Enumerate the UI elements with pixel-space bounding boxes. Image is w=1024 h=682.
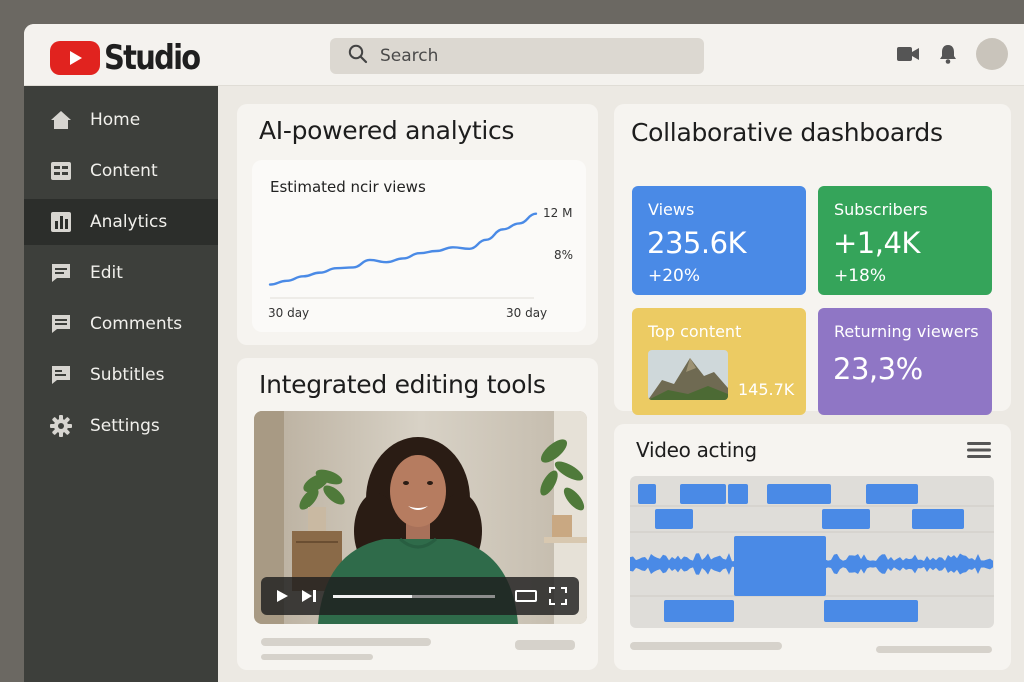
placeholder-bar <box>261 654 373 660</box>
collab-dashboards-card: Collaborative dashboards Views 235.6K +2… <box>614 104 1011 415</box>
editing-card-title: Integrated editing tools <box>259 370 546 399</box>
sidebar-item-subtitles[interactable]: Subtitles <box>24 352 218 398</box>
tile-label: Views <box>648 200 695 219</box>
search-input[interactable] <box>380 46 680 66</box>
sidebar-item-label: Comments <box>90 314 183 334</box>
timeline-card-title: Video acting <box>636 438 757 462</box>
sidebar-item-label: Settings <box>90 416 160 436</box>
clip <box>655 509 693 529</box>
tile-delta: +18% <box>834 266 887 286</box>
clip <box>866 484 918 504</box>
bell-icon[interactable] <box>938 43 958 65</box>
subtitles-icon <box>50 364 72 386</box>
sidebar-item-home[interactable]: Home <box>24 97 218 143</box>
tile-value: 23,3% <box>833 352 923 386</box>
y-tick-label: 12 M <box>543 206 573 220</box>
clip <box>728 484 748 504</box>
clip <box>824 600 918 622</box>
comment-icon <box>50 313 72 335</box>
tile-value: 235.6K <box>647 226 747 260</box>
clip <box>638 484 656 504</box>
gear-icon <box>50 415 72 437</box>
logo-text: Studio <box>104 38 201 78</box>
views-chart[interactable]: Estimated ncir views 12 M 8% 30 day 30 d… <box>252 160 586 332</box>
analytics-card-title: AI-powered analytics <box>259 116 515 145</box>
clip <box>767 484 831 504</box>
search-icon <box>348 44 368 68</box>
timeline-clips <box>638 484 964 622</box>
tile-label: Returning viewers <box>834 322 979 341</box>
top-content-thumbnail <box>648 350 728 400</box>
skip-next-icon[interactable] <box>301 589 317 603</box>
returning-viewers-tile[interactable]: Returning viewers 23,3% <box>818 308 992 415</box>
sidebar-item-label: Subtitles <box>90 365 165 385</box>
edit-icon <box>50 262 72 284</box>
sidebar-item-settings[interactable]: Settings <box>24 403 218 449</box>
studio-logo[interactable]: Studio <box>50 38 216 78</box>
placeholder-bar <box>630 642 782 650</box>
top-bar: Studio <box>24 24 1024 86</box>
video-preview[interactable] <box>254 411 587 624</box>
clip <box>680 484 726 504</box>
timeline-card: Video acting <box>614 424 1011 670</box>
sidebar-item-label: Home <box>90 110 141 130</box>
x-tick-label: 30 day <box>268 306 310 320</box>
bar-chart-icon <box>50 211 72 233</box>
video-camera-icon[interactable] <box>896 45 920 63</box>
app-window: Studio Home <box>24 24 1024 682</box>
clip <box>912 509 964 529</box>
avatar[interactable] <box>976 38 1008 70</box>
sidebar-item-label: Edit <box>90 263 123 283</box>
sidebar-item-edit[interactable]: Edit <box>24 250 218 296</box>
play-icon[interactable] <box>275 589 289 603</box>
views-tile[interactable]: Views 235.6K +20% <box>632 186 806 295</box>
theater-mode-icon[interactable] <box>515 590 537 602</box>
collab-card-title: Collaborative dashboards <box>631 118 943 147</box>
fullscreen-icon[interactable] <box>549 587 567 605</box>
placeholder-bar <box>876 646 992 653</box>
x-tick-label: 30 day <box>506 306 548 320</box>
menu-icon[interactable] <box>967 442 991 462</box>
search-box[interactable] <box>330 38 704 74</box>
sidebar: Home Content Analytics Edit Comments Sub… <box>24 86 218 682</box>
scrubber-progress <box>333 594 413 598</box>
tile-value: 145.7K <box>738 380 795 399</box>
subscribers-tile[interactable]: Subscribers +1,4K +18% <box>818 186 992 295</box>
clip <box>822 509 870 529</box>
tile-delta: +20% <box>648 266 701 286</box>
series-line <box>268 212 538 286</box>
editing-timeline[interactable] <box>630 476 994 628</box>
y-tick-label: 8% <box>554 248 574 262</box>
video-controls <box>261 577 579 615</box>
content-grid-icon <box>50 160 72 182</box>
placeholder-bar <box>515 640 575 650</box>
timeline-tracks <box>630 484 994 622</box>
sidebar-item-label: Content <box>90 161 158 181</box>
sidebar-item-comments[interactable]: Comments <box>24 301 218 347</box>
analytics-card: AI-powered analytics Estimated ncir view… <box>237 104 598 345</box>
tile-value: +1,4K <box>833 226 920 260</box>
home-icon <box>50 109 72 131</box>
sidebar-item-content[interactable]: Content <box>24 148 218 194</box>
video-scrubber[interactable] <box>333 594 495 598</box>
top-content-tile[interactable]: Top content 145.7K <box>632 308 806 415</box>
sidebar-item-label: Analytics <box>90 212 168 232</box>
header-actions <box>878 38 1008 70</box>
editing-card: Integrated editing tools <box>237 358 598 670</box>
clip <box>664 600 734 622</box>
tile-label: Subscribers <box>834 200 928 219</box>
sidebar-item-analytics[interactable]: Analytics <box>24 199 218 245</box>
placeholder-bar <box>261 638 431 646</box>
tile-label: Top content <box>648 322 742 341</box>
youtube-logo-icon <box>50 41 100 75</box>
